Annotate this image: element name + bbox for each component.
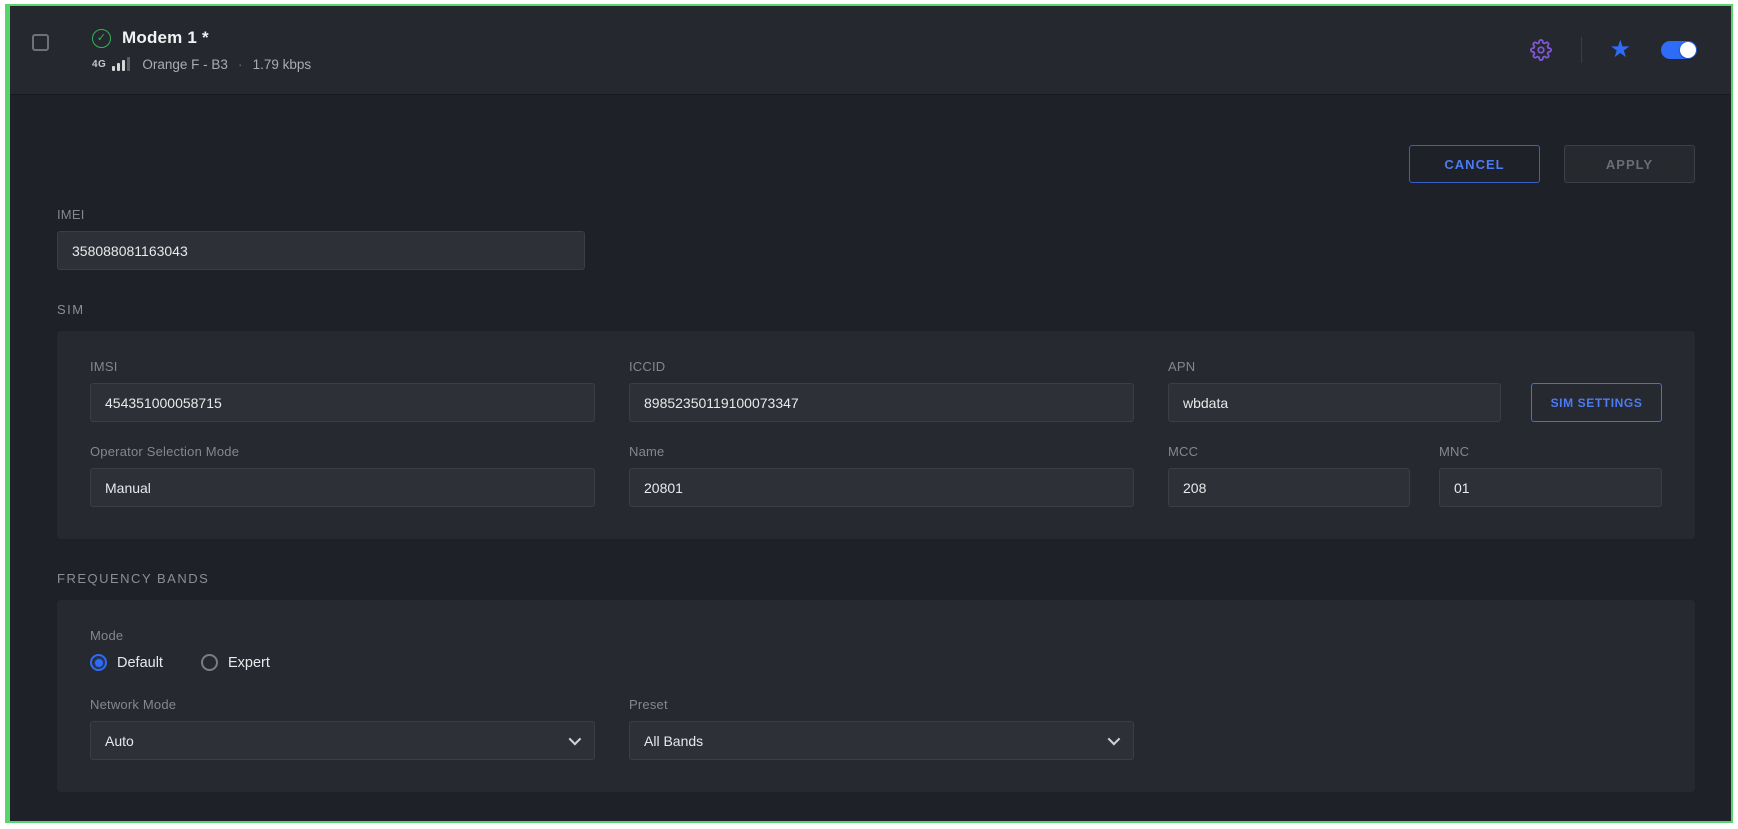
status-check-icon: ✓ — [92, 29, 111, 48]
network-mode-select[interactable]: Auto — [90, 721, 595, 760]
apn-row: APN SIM SETTINGS — [1168, 359, 1662, 422]
modem-title: Modem 1 * — [122, 28, 209, 48]
name-input[interactable] — [629, 468, 1134, 507]
mcc-mnc-row: MCC MNC — [1168, 444, 1662, 507]
operator-selection-mode-label: Operator Selection Mode — [90, 444, 595, 459]
network-mode-field-group: Network Mode Auto — [90, 697, 595, 760]
radio-selected-icon — [90, 654, 107, 671]
operator-selection-mode-field-group: Operator Selection Mode — [90, 444, 595, 507]
modem-select-checkbox[interactable] — [32, 34, 49, 51]
frequency-bands-section-label: FREQUENCY BANDS — [57, 571, 1695, 586]
imei-label: IMEI — [57, 207, 585, 222]
header-actions: ★ — [1528, 37, 1697, 63]
frequency-bands-panel: Mode Default Expert Network Mode Auto — [57, 600, 1695, 792]
iccid-input[interactable] — [629, 383, 1134, 422]
apply-button[interactable]: APPLY — [1564, 145, 1695, 183]
network-mode-label: Network Mode — [90, 697, 595, 712]
modem-status-row: 4G Orange F - B3 · 1.79 kbps — [92, 56, 311, 72]
radio-default-label: Default — [117, 655, 163, 671]
imsi-label: IMSI — [90, 359, 595, 374]
preset-label: Preset — [629, 697, 1134, 712]
mnc-label: MNC — [1439, 444, 1662, 459]
star-icon[interactable]: ★ — [1609, 38, 1631, 62]
signal-bars-icon — [112, 57, 130, 71]
toggle-knob — [1680, 42, 1696, 58]
radio-expert-label: Expert — [228, 655, 270, 671]
apn-input[interactable] — [1168, 383, 1501, 422]
apn-field-group: APN — [1168, 359, 1501, 422]
imei-field-group: IMEI — [57, 207, 585, 270]
network-type-label: 4G — [92, 59, 106, 70]
gear-icon[interactable] — [1528, 37, 1554, 63]
sim-section-label: SIM — [57, 302, 1695, 317]
preset-select[interactable]: All Bands — [629, 721, 1134, 760]
modem-config-window: ✓ Modem 1 * 4G Orange F - B3 · 1.79 kbps… — [5, 4, 1733, 823]
form-actions: CANCEL APPLY — [57, 145, 1695, 183]
imsi-input[interactable] — [90, 383, 595, 422]
iccid-label: ICCID — [629, 359, 1134, 374]
modem-config-content: CANCEL APPLY IMEI SIM IMSI ICCID APN — [10, 95, 1731, 821]
radio-default[interactable]: Default — [90, 654, 163, 671]
name-field-group: Name — [629, 444, 1134, 507]
chevron-down-icon — [1108, 733, 1121, 746]
modem-header: ✓ Modem 1 * 4G Orange F - B3 · 1.79 kbps… — [10, 6, 1731, 95]
sim-panel: IMSI ICCID APN SIM SETTINGS Operator Sel… — [57, 331, 1695, 539]
preset-field-group: Preset All Bands — [629, 697, 1134, 760]
name-label: Name — [629, 444, 1134, 459]
chevron-down-icon — [569, 733, 582, 746]
mnc-field-group: MNC — [1439, 444, 1662, 507]
status-separator: · — [238, 56, 243, 72]
mnc-input[interactable] — [1439, 468, 1662, 507]
imei-input[interactable] — [57, 231, 585, 270]
mcc-label: MCC — [1168, 444, 1410, 459]
mcc-input[interactable] — [1168, 468, 1410, 507]
mode-radio-group: Default Expert — [90, 654, 1662, 671]
operator-selection-mode-input[interactable] — [90, 468, 595, 507]
mode-label: Mode — [90, 628, 1662, 643]
radio-expert[interactable]: Expert — [201, 654, 270, 671]
apn-label: APN — [1168, 359, 1501, 374]
preset-value: All Bands — [644, 733, 703, 749]
modem-title-block: ✓ Modem 1 * 4G Orange F - B3 · 1.79 kbps — [92, 28, 311, 72]
sim-settings-button[interactable]: SIM SETTINGS — [1531, 383, 1662, 422]
header-divider — [1581, 37, 1582, 63]
operator-label: Orange F - B3 — [142, 57, 228, 72]
mcc-field-group: MCC — [1168, 444, 1410, 507]
network-mode-value: Auto — [105, 733, 134, 749]
radio-unselected-icon — [201, 654, 218, 671]
throughput-label: 1.79 kbps — [253, 57, 312, 72]
imsi-field-group: IMSI — [90, 359, 595, 422]
cancel-button[interactable]: CANCEL — [1409, 145, 1540, 183]
modem-enable-toggle[interactable] — [1661, 41, 1697, 59]
iccid-field-group: ICCID — [629, 359, 1134, 422]
